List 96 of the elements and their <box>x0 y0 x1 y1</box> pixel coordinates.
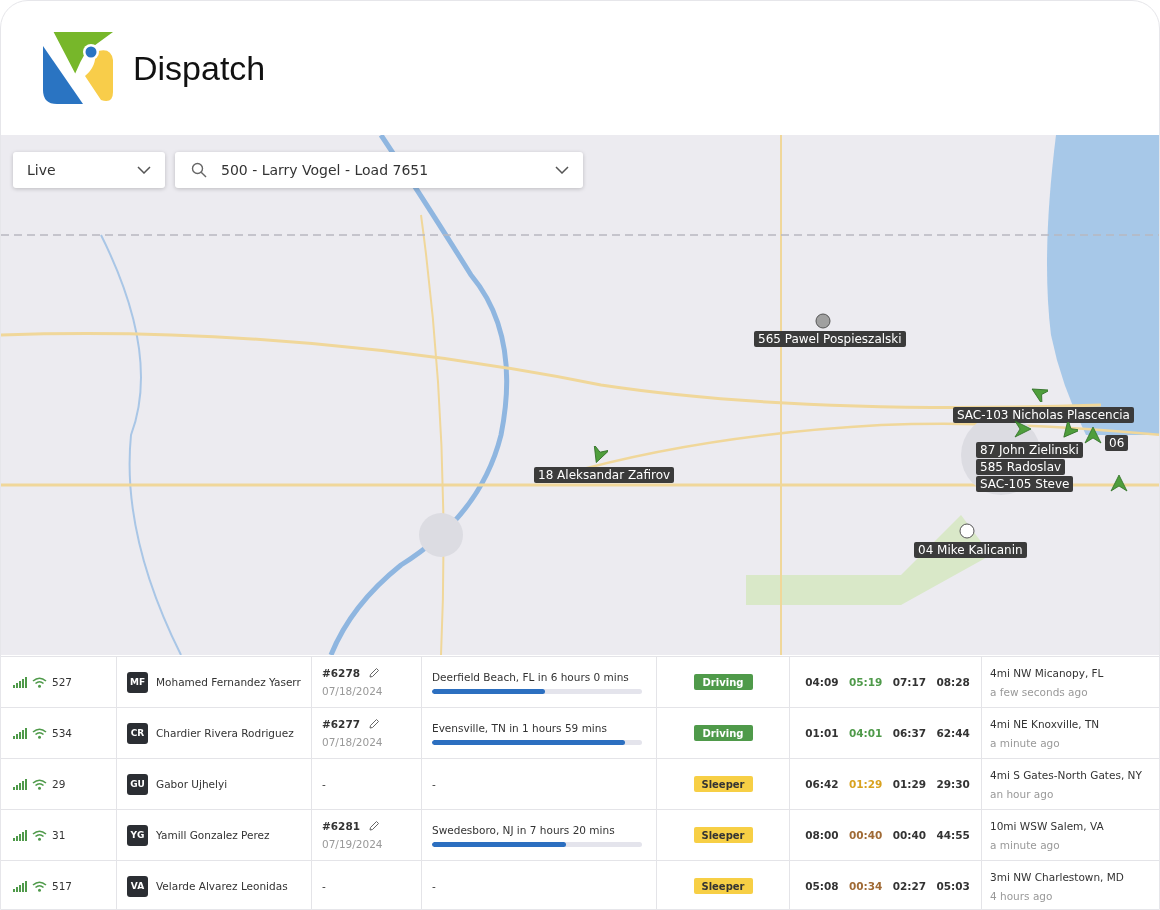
signal-icon <box>13 829 27 841</box>
hours-time: 06:37 <box>891 727 928 739</box>
arrow-marker-icon[interactable] <box>1014 420 1032 438</box>
destination-eta: Deerfield Beach, FL in 6 hours 0 mins <box>432 670 630 683</box>
unit-number: 534 <box>52 727 73 739</box>
hours-time: 01:01 <box>804 727 840 739</box>
driver-avatar: CR <box>127 722 148 744</box>
marker-label: SAC-105 Steve <box>976 476 1074 492</box>
hours-time: 05:03 <box>935 880 971 892</box>
hours-time: 08:00 <box>804 829 840 841</box>
chevron-down-icon <box>555 166 569 174</box>
hours-time: 00:40 <box>847 829 884 841</box>
wifi-icon <box>32 727 47 739</box>
marker-label: 565 Pawel Pospieszalski <box>754 331 906 347</box>
load-date: 07/18/2024 <box>322 736 383 748</box>
updated-time: a minute ago <box>990 838 1061 851</box>
load-date: 07/19/2024 <box>322 838 383 850</box>
hours-time: 05:19 <box>847 676 884 688</box>
marker-label: 18 Aleksandar Zafirov <box>534 467 675 483</box>
load-date: 07/18/2024 <box>322 685 383 697</box>
status-badge: Sleeper <box>693 878 753 894</box>
driver-name: Gabor Ujhelyi <box>156 778 228 790</box>
signal-icon <box>13 727 27 739</box>
signal-icon <box>13 676 27 688</box>
stop-marker-icon[interactable] <box>815 313 831 329</box>
wifi-icon <box>32 778 47 790</box>
unit-number: 31 <box>52 829 66 841</box>
driver-name: Velarde Alvarez Leonidas <box>156 880 288 892</box>
destination-eta: - <box>432 880 436 892</box>
unit-number: 29 <box>52 778 66 790</box>
hours-time: 06:42 <box>804 778 840 790</box>
marker-label: 585 Radoslav <box>976 459 1066 475</box>
search-icon <box>191 162 207 178</box>
marker-label: 04 Mike Kalicanin <box>914 542 1027 558</box>
hours-time: 01:29 <box>891 778 928 790</box>
wifi-icon <box>32 676 47 688</box>
driver-name: Chardier Rivera Rodriguez <box>156 727 294 739</box>
destination-eta: - <box>432 778 436 790</box>
wifi-icon <box>32 880 47 892</box>
marker-label: 87 John Zielinski <box>976 442 1083 458</box>
arrow-marker-icon[interactable] <box>1060 422 1078 440</box>
updated-time: a minute ago <box>990 736 1061 749</box>
location-text: 4mi S Gates-North Gates, NY <box>990 768 1142 781</box>
hours-time: 01:29 <box>847 778 884 790</box>
location-text: 10mi WSW Salem, VA <box>990 819 1104 832</box>
load-number[interactable]: #6277 <box>322 718 361 730</box>
hours-time: 62:44 <box>935 727 971 739</box>
app-title: Dispatch <box>133 48 266 88</box>
search-dropdown[interactable]: 500 - Larry Vogel - Load 7651 <box>175 152 583 188</box>
destination-eta: Evensville, TN in 1 hours 59 mins <box>432 721 608 734</box>
status-badge: Driving <box>693 674 753 690</box>
updated-time: an hour ago <box>990 787 1055 800</box>
unit-number: 527 <box>52 676 73 688</box>
unit-number: 517 <box>52 880 73 892</box>
hours-time: 04:01 <box>847 727 884 739</box>
load-number: - <box>322 778 326 790</box>
marker-label: 06 <box>1105 435 1129 451</box>
updated-time: 4 hours ago <box>990 889 1054 902</box>
mode-dropdown[interactable]: Live <box>13 152 165 188</box>
chevron-down-icon <box>137 166 151 174</box>
driver-avatar: MF <box>127 671 148 693</box>
load-number[interactable]: #6281 <box>322 820 361 832</box>
pencil-icon[interactable] <box>368 820 381 832</box>
hours-time: 04:09 <box>804 676 840 688</box>
status-badge: Sleeper <box>693 827 753 843</box>
hours-time: 00:34 <box>847 880 884 892</box>
driver-name: Yamill Gonzalez Perez <box>156 829 270 841</box>
driver-avatar: VA <box>127 875 148 897</box>
wifi-icon <box>32 829 47 841</box>
hours-time: 29:30 <box>935 778 971 790</box>
status-badge: Driving <box>693 725 753 741</box>
arrow-marker-icon[interactable] <box>1110 474 1128 492</box>
driver-avatar: YG <box>127 824 148 846</box>
hours-time: 02:27 <box>891 880 928 892</box>
arrow-marker-icon[interactable] <box>1084 426 1102 444</box>
driver-avatar: GU <box>127 773 148 795</box>
hours-time: 08:28 <box>935 676 971 688</box>
stop-marker-icon[interactable] <box>959 523 975 539</box>
hours-time: 44:55 <box>935 829 971 841</box>
updated-time: a few seconds ago <box>990 685 1089 698</box>
pencil-icon[interactable] <box>368 667 381 679</box>
signal-icon <box>13 880 27 892</box>
hours-time: 05:08 <box>804 880 840 892</box>
driver-name: Mohamed Fernandez Yaserr <box>156 676 301 688</box>
signal-icon <box>13 778 27 790</box>
marker-label: SAC-103 Nicholas Plascencia <box>953 407 1134 423</box>
load-number: - <box>322 880 326 892</box>
hours-time: 07:17 <box>891 676 928 688</box>
destination-eta: Swedesboro, NJ in 7 hours 20 mins <box>432 823 616 836</box>
location-text: 4mi NW Micanopy, FL <box>990 666 1104 679</box>
load-number[interactable]: #6278 <box>322 667 361 679</box>
location-text: 3mi NW Charlestown, MD <box>990 870 1124 883</box>
pencil-icon[interactable] <box>368 718 381 730</box>
status-badge: Sleeper <box>693 776 753 792</box>
hours-time: 00:40 <box>891 829 928 841</box>
location-text: 4mi NE Knoxville, TN <box>990 717 1100 730</box>
